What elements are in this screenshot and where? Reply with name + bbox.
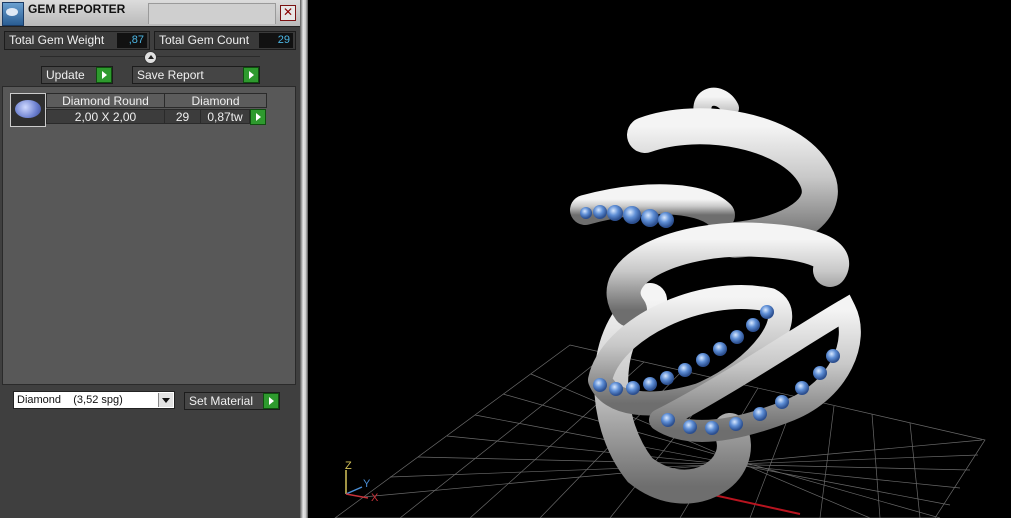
save-report-button-label: Save Report: [137, 68, 204, 82]
title-tab-area: [148, 3, 276, 24]
total-gem-count-label: Total Gem Count: [159, 33, 250, 47]
total-gem-weight: Total Gem Weight ,87: [4, 31, 150, 50]
axis-y-label: Y: [363, 478, 371, 490]
play-arrow-icon: [243, 67, 259, 83]
axis-z-label: Z: [345, 460, 352, 472]
play-arrow-icon: [263, 393, 279, 409]
scene-svg: [334, 87, 986, 518]
total-gem-weight-value: ,87: [117, 33, 147, 48]
close-icon[interactable]: ✕: [280, 5, 296, 21]
panel-title: GEM REPORTER: [28, 2, 126, 16]
material-density: (3,52 spg): [73, 394, 123, 406]
3d-viewport[interactable]: Z Y X: [308, 0, 1011, 518]
panel-splitter[interactable]: [300, 0, 308, 518]
material-name: Diamond: [17, 394, 62, 406]
play-arrow-icon: [96, 67, 112, 83]
update-button[interactable]: Update: [41, 66, 113, 84]
title-bar: GEM REPORTER ✕: [0, 0, 300, 27]
gem-thumbnail-icon[interactable]: [10, 93, 46, 127]
gem-row-arrow-icon[interactable]: [250, 109, 266, 125]
app-icon: [2, 2, 24, 26]
material-select-value: Diamond (3,52 spg): [17, 394, 123, 406]
axis-x-label: X: [371, 492, 379, 504]
total-gem-weight-label: Total Gem Weight: [9, 33, 105, 47]
gem-type-cell: Diamond Round: [46, 93, 165, 108]
material-select[interactable]: Diamond (3,52 spg): [13, 391, 175, 409]
total-gem-count-value: 29: [259, 33, 293, 48]
gem-count-cell: 29: [164, 109, 201, 124]
gem-weight-cell: 0,87tw: [200, 109, 250, 124]
gem-list: [2, 86, 296, 385]
set-material-button-label: Set Material: [189, 394, 254, 408]
gem-material-cell: Diamond: [164, 93, 267, 108]
save-report-button[interactable]: Save Report: [132, 66, 260, 84]
collapse-up-icon[interactable]: [144, 51, 157, 64]
gem-reporter-panel: GEM REPORTER ✕ Total Gem Weight ,87 Tota…: [0, 0, 300, 518]
gem-size-cell: 2,00 X 2,00: [46, 109, 165, 124]
set-material-button[interactable]: Set Material: [184, 392, 280, 410]
total-gem-count: Total Gem Count 29: [154, 31, 296, 50]
update-button-label: Update: [46, 68, 85, 82]
chevron-down-icon[interactable]: [158, 393, 173, 407]
